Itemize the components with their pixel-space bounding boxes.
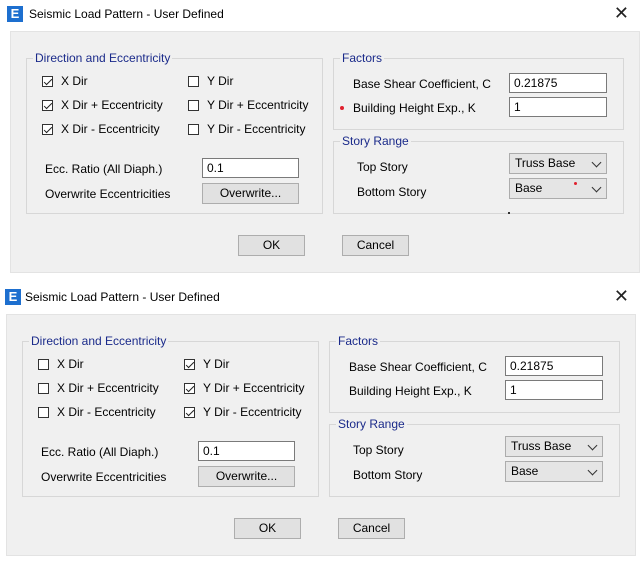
seismic-load-dialog-1: E Seismic Load Pattern - User Defined ✕ … [0, 0, 641, 283]
dialog-title: Seismic Load Pattern - User Defined [25, 290, 220, 304]
chevron-down-icon [587, 465, 598, 476]
y-dir-checkbox-row[interactable]: Y Dir [188, 74, 233, 88]
x-dir-plus-ecc-checkbox[interactable] [38, 382, 49, 394]
bottom-story-dropdown[interactable]: Base [505, 461, 603, 482]
overwrite-eccentricities-label: Overwrite Eccentricities [41, 470, 167, 484]
bottom-story-label: Bottom Story [353, 468, 423, 482]
x-dir-label: X Dir [61, 74, 88, 88]
cursor-mark [508, 212, 510, 214]
x-dir-checkbox-row[interactable]: X Dir [42, 74, 88, 88]
top-story-label: Top Story [357, 160, 408, 174]
story-range-group: Story Range Top Story Truss Base Bottom … [333, 135, 624, 214]
top-story-dropdown[interactable]: Truss Base [505, 436, 603, 457]
app-logo-icon: E [7, 6, 23, 22]
direction-eccentricity-group: Direction and Eccentricity X Dir X Dir +… [22, 335, 319, 497]
y-dir-minus-ecc-label: Y Dir - Eccentricity [203, 405, 302, 419]
x-dir-minus-ecc-checkbox[interactable] [38, 406, 49, 418]
story-range-group: Story Range Top Story Truss Base Bottom … [329, 418, 620, 497]
x-dir-checkbox[interactable] [38, 358, 49, 370]
direction-eccentricity-group: Direction and Eccentricity X Dir X Dir +… [26, 52, 323, 214]
y-dir-plus-ecc-checkbox-row[interactable]: Y Dir + Eccentricity [188, 98, 308, 112]
top-story-value: Truss Base [515, 156, 576, 170]
ok-button[interactable]: OK [238, 235, 305, 256]
dialog-title: Seismic Load Pattern - User Defined [29, 7, 224, 21]
bottom-story-value: Base [515, 181, 543, 195]
group-legend: Factors [336, 334, 381, 348]
group-legend: Direction and Eccentricity [29, 334, 169, 348]
base-shear-coefficient-label: Base Shear Coefficient, C [349, 360, 487, 374]
y-dir-minus-ecc-checkbox[interactable] [188, 123, 199, 135]
y-dir-checkbox[interactable] [184, 358, 195, 370]
ecc-ratio-label: Ecc. Ratio (All Diaph.) [45, 162, 163, 176]
factors-group: Factors Base Shear Coefficient, C 0.2187… [329, 335, 620, 413]
building-height-exp-input[interactable]: 1 [509, 97, 607, 117]
x-dir-plus-ecc-label: X Dir + Eccentricity [61, 98, 163, 112]
red-marker-dot [574, 182, 577, 185]
y-dir-plus-ecc-checkbox[interactable] [184, 382, 195, 394]
top-story-label: Top Story [353, 443, 404, 457]
red-marker-dot [340, 106, 344, 110]
bottom-story-value: Base [511, 464, 539, 478]
building-height-exp-label: Building Height Exp., K [349, 384, 472, 398]
chevron-down-icon [587, 440, 598, 451]
app-logo-icon: E [5, 289, 21, 305]
cancel-button[interactable]: Cancel [338, 518, 405, 539]
close-icon[interactable]: ✕ [614, 4, 629, 22]
title-bar: E Seismic Load Pattern - User Defined ✕ [0, 283, 641, 313]
y-dir-plus-ecc-label: Y Dir + Eccentricity [203, 381, 305, 395]
overwrite-button[interactable]: Overwrite... [198, 466, 295, 487]
ecc-ratio-input[interactable]: 0.1 [198, 441, 295, 461]
chevron-down-icon [591, 157, 602, 168]
cancel-button[interactable]: Cancel [342, 235, 409, 256]
title-bar: E Seismic Load Pattern - User Defined ✕ [0, 0, 641, 30]
top-story-dropdown[interactable]: Truss Base [509, 153, 607, 174]
x-dir-plus-ecc-label: X Dir + Eccentricity [57, 381, 159, 395]
y-dir-checkbox-row[interactable]: Y Dir [184, 357, 229, 371]
ecc-ratio-label: Ecc. Ratio (All Diaph.) [41, 445, 159, 459]
group-legend: Story Range [336, 417, 407, 431]
y-dir-plus-ecc-checkbox-row[interactable]: Y Dir + Eccentricity [184, 381, 304, 395]
x-dir-minus-ecc-label: X Dir - Eccentricity [61, 122, 160, 136]
building-height-exp-input[interactable]: 1 [505, 380, 603, 400]
top-story-value: Truss Base [511, 439, 572, 453]
x-dir-minus-ecc-checkbox-row[interactable]: X Dir - Eccentricity [42, 122, 160, 136]
base-shear-coefficient-label: Base Shear Coefficient, C [353, 77, 491, 91]
x-dir-checkbox[interactable] [42, 75, 53, 87]
x-dir-checkbox-row[interactable]: X Dir [38, 357, 84, 371]
close-icon[interactable]: ✕ [614, 287, 629, 305]
chevron-down-icon [591, 182, 602, 193]
factors-group: Factors Base Shear Coefficient, C 0.2187… [333, 52, 624, 130]
seismic-load-dialog-2: E Seismic Load Pattern - User Defined ✕ … [0, 283, 641, 566]
y-dir-label: Y Dir [207, 74, 234, 88]
dialog-body: Direction and Eccentricity X Dir X Dir +… [6, 314, 636, 556]
overwrite-button[interactable]: Overwrite... [202, 183, 299, 204]
y-dir-plus-ecc-checkbox[interactable] [188, 99, 199, 111]
y-dir-checkbox[interactable] [188, 75, 199, 87]
y-dir-minus-ecc-checkbox-row[interactable]: Y Dir - Eccentricity [188, 122, 305, 136]
ok-button[interactable]: OK [234, 518, 301, 539]
base-shear-coefficient-input[interactable]: 0.21875 [509, 73, 607, 93]
x-dir-label: X Dir [57, 357, 84, 371]
x-dir-plus-ecc-checkbox-row[interactable]: X Dir + Eccentricity [38, 381, 159, 395]
bottom-story-label: Bottom Story [357, 185, 427, 199]
group-legend: Factors [340, 51, 385, 65]
group-legend: Direction and Eccentricity [33, 51, 173, 65]
base-shear-coefficient-input[interactable]: 0.21875 [505, 356, 603, 376]
ecc-ratio-input[interactable]: 0.1 [202, 158, 299, 178]
y-dir-minus-ecc-checkbox[interactable] [184, 406, 195, 418]
x-dir-minus-ecc-checkbox[interactable] [42, 123, 53, 135]
group-legend: Story Range [340, 134, 411, 148]
x-dir-minus-ecc-label: X Dir - Eccentricity [57, 405, 156, 419]
dialog-body: Direction and Eccentricity X Dir X Dir +… [10, 31, 640, 273]
y-dir-minus-ecc-label: Y Dir - Eccentricity [207, 122, 306, 136]
x-dir-minus-ecc-checkbox-row[interactable]: X Dir - Eccentricity [38, 405, 156, 419]
y-dir-plus-ecc-label: Y Dir + Eccentricity [207, 98, 309, 112]
bottom-story-dropdown[interactable]: Base [509, 178, 607, 199]
building-height-exp-label: Building Height Exp., K [353, 101, 476, 115]
y-dir-minus-ecc-checkbox-row[interactable]: Y Dir - Eccentricity [184, 405, 301, 419]
overwrite-eccentricities-label: Overwrite Eccentricities [45, 187, 171, 201]
x-dir-plus-ecc-checkbox-row[interactable]: X Dir + Eccentricity [42, 98, 163, 112]
x-dir-plus-ecc-checkbox[interactable] [42, 99, 53, 111]
y-dir-label: Y Dir [203, 357, 230, 371]
